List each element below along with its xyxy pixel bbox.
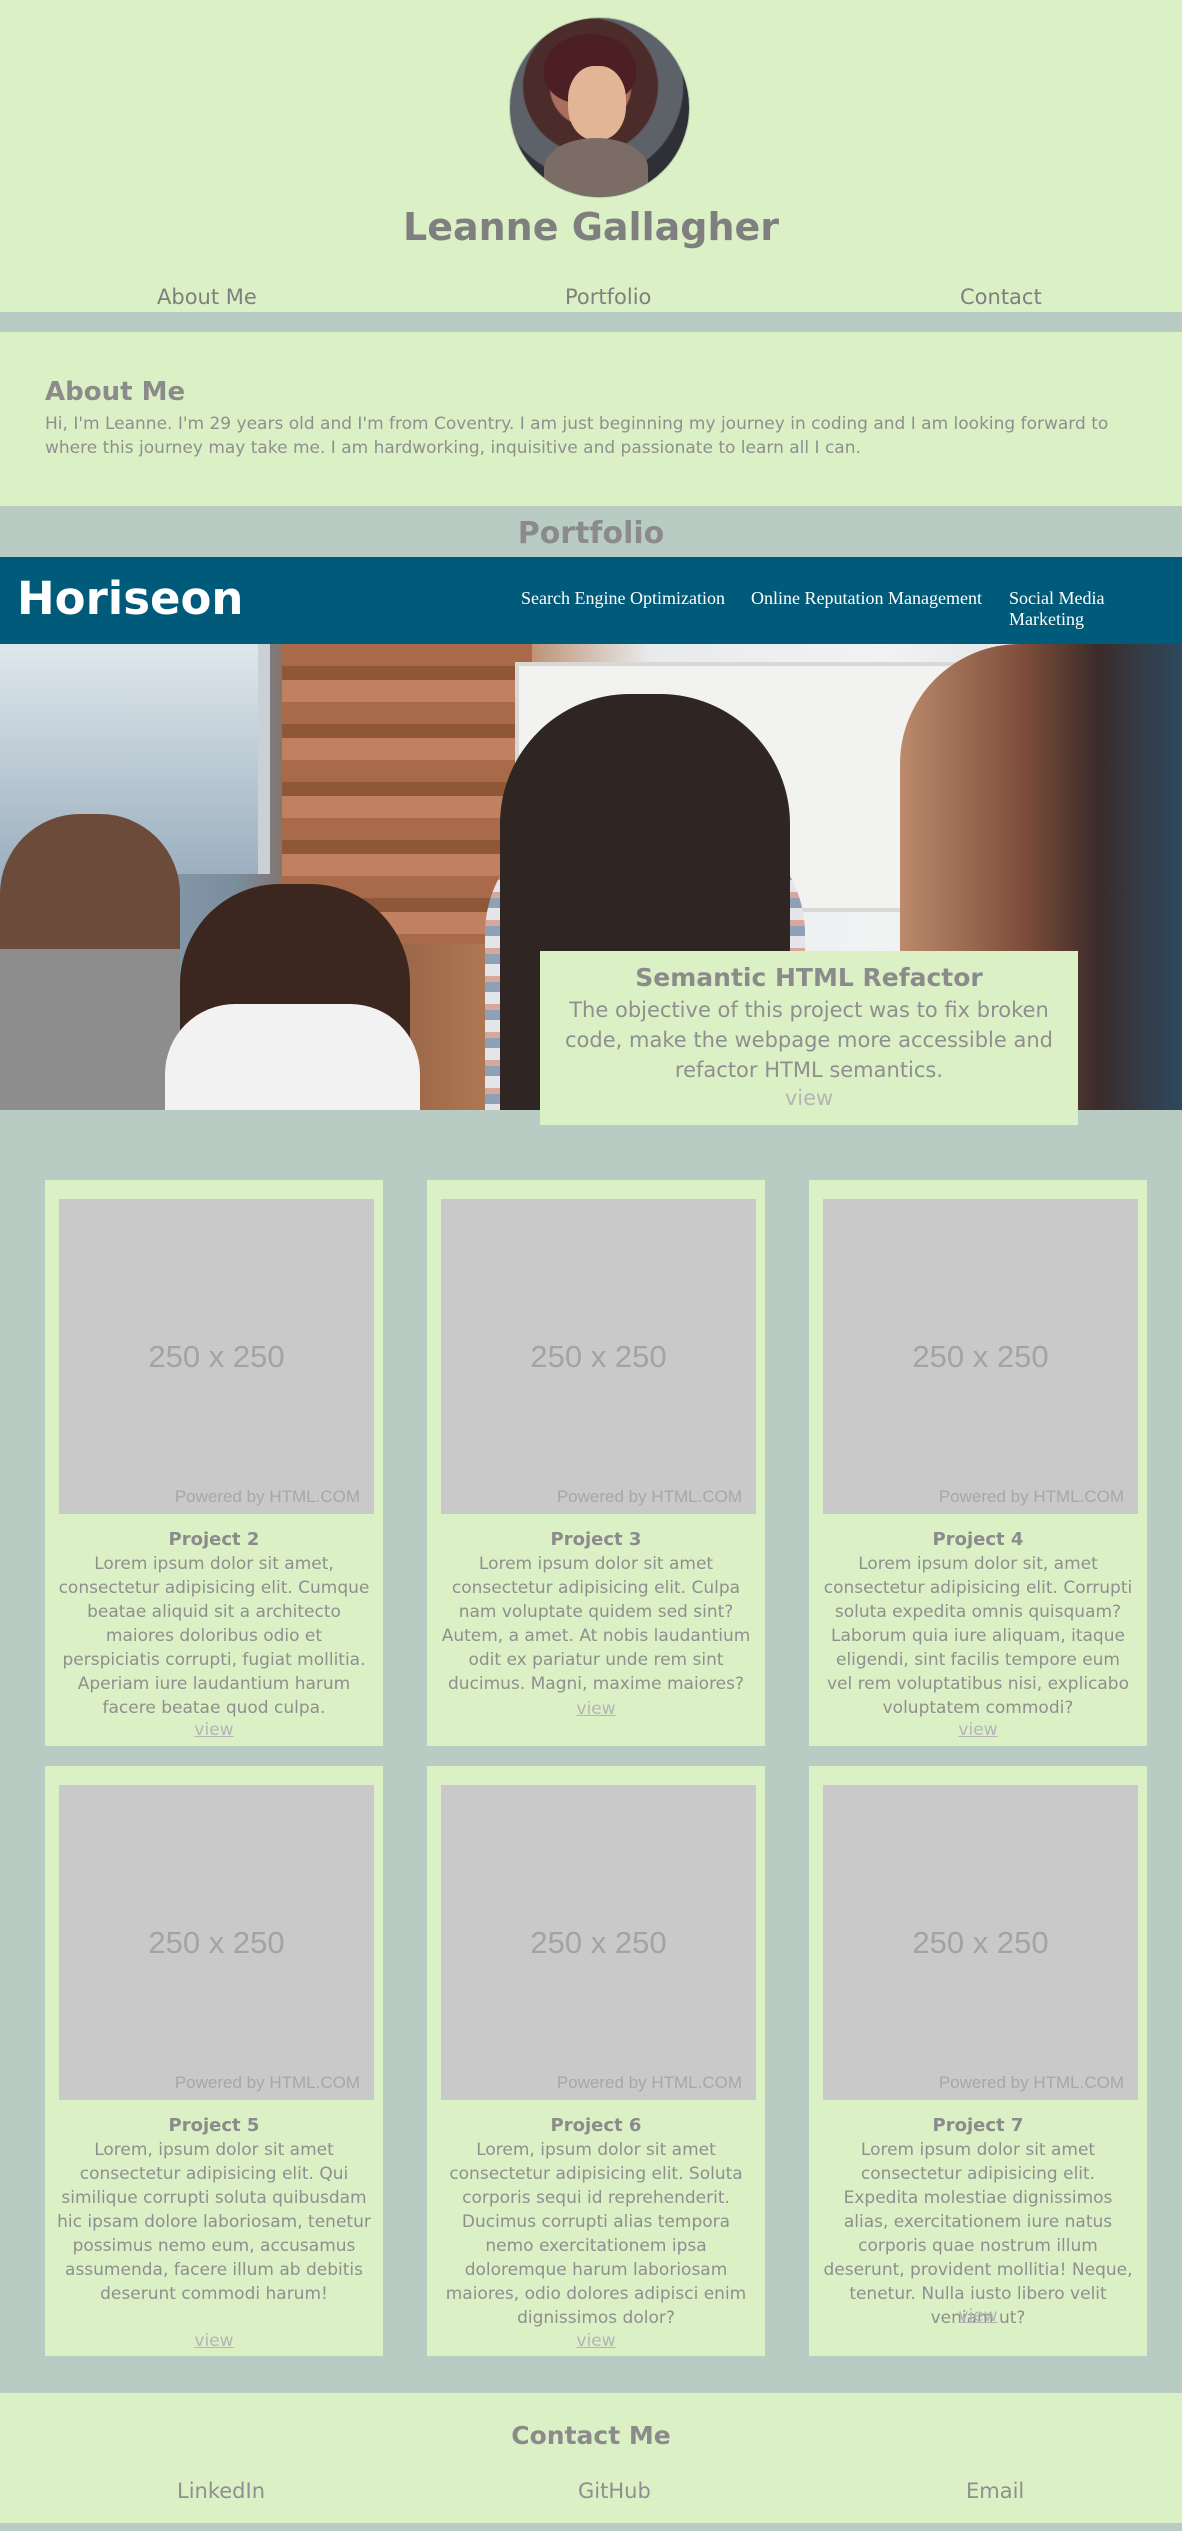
featured-view-link[interactable]: view (540, 1086, 1078, 1110)
avatar (509, 17, 690, 198)
github-link[interactable]: GitHub (578, 2479, 651, 2503)
avatar-scarf (544, 138, 648, 197)
project-card-7: 250 x 250 Powered by HTML.COM Project 7 … (809, 1766, 1147, 2356)
placeholder-powered: Powered by HTML.COM (938, 2073, 1124, 2092)
featured-site-navigation: Horiseon Search Engine Optimization Onli… (0, 557, 1182, 644)
featured-project-description: The objective of this project was to fix… (565, 998, 1053, 1082)
project-description: Lorem, ipsum dolor sit amet consectetur … (57, 2140, 371, 2304)
project-view-link[interactable]: view (427, 1699, 765, 1719)
project-image-placeholder: 250 x 250 Powered by HTML.COM (441, 1785, 756, 2100)
placeholder-size: 250 x 250 (148, 1925, 285, 1960)
project-card-5: 250 x 250 Powered by HTML.COM Project 5 … (45, 1766, 383, 2356)
nav-portfolio-link[interactable]: Portfolio (565, 285, 651, 309)
project-view-link[interactable]: view (45, 2331, 383, 2351)
avatar-face (568, 66, 626, 140)
project-image-placeholder: 250 x 250 Powered by HTML.COM (823, 1785, 1138, 2100)
portfolio-title: Portfolio (517, 516, 665, 551)
person-center-left-shirt (165, 1004, 420, 1110)
placeholder-powered: Powered by HTML.COM (938, 1487, 1124, 1506)
project-view-link[interactable]: view (809, 2306, 1147, 2326)
placeholder-powered: Powered by HTML.COM (174, 2073, 360, 2092)
project-card-3: 250 x 250 Powered by HTML.COM Project 3 … (427, 1180, 765, 1746)
site-header: Leanne Gallagher About Me Portfolio Cont… (0, 0, 1182, 312)
contact-title: Contact Me (511, 2421, 671, 2450)
project-card-4: 250 x 250 Powered by HTML.COM Project 4 … (809, 1180, 1147, 1746)
placeholder-powered: Powered by HTML.COM (174, 1487, 360, 1506)
project-description: Lorem ipsum dolor sit amet consectetur a… (823, 2140, 1133, 2328)
project-title: Project 6 (550, 2115, 642, 2136)
section-divider (0, 312, 1182, 332)
about-text: Hi, I'm Leanne. I'm 29 years old and I'm… (45, 414, 1109, 458)
about-section: About Me Hi, I'm Leanne. I'm 29 years ol… (0, 332, 1182, 506)
project-description: Lorem ipsum dolor sit, amet consectetur … (823, 1554, 1133, 1718)
project-image-placeholder: 250 x 250 Powered by HTML.COM (823, 1199, 1138, 1514)
nav-contact-link[interactable]: Contact (960, 285, 1042, 309)
project-image-placeholder: 250 x 250 Powered by HTML.COM (59, 1199, 374, 1514)
project-view-link[interactable]: view (427, 2331, 765, 2351)
placeholder-powered: Powered by HTML.COM (556, 2073, 742, 2092)
placeholder-size: 250 x 250 (530, 1339, 667, 1374)
placeholder-size: 250 x 250 (148, 1339, 285, 1374)
email-link[interactable]: Email (966, 2479, 1024, 2503)
horiseon-logo[interactable]: Horiseon (17, 572, 243, 625)
project-image-placeholder: 250 x 250 Powered by HTML.COM (59, 1785, 374, 2100)
project-card-2: 250 x 250 Powered by HTML.COM Project 2 … (45, 1180, 383, 1746)
bottom-divider (0, 2523, 1182, 2531)
project-view-link[interactable]: view (45, 1720, 383, 1740)
nav-about-link[interactable]: About Me (157, 285, 257, 309)
featured-project-card: Semantic HTML Refactor The objective of … (540, 951, 1078, 1125)
project-image-placeholder: 250 x 250 Powered by HTML.COM (441, 1199, 756, 1514)
person-left-shirt (0, 949, 180, 1110)
project-title: Project 5 (168, 2115, 260, 2136)
featured-nav-link-social[interactable]: Social Media Marketing (1009, 588, 1182, 630)
project-description: Lorem ipsum dolor sit amet, consectetur … (58, 1554, 370, 1718)
featured-nav-link-seo[interactable]: Search Engine Optimization (521, 588, 725, 609)
project-description: Lorem ipsum dolor sit amet consectetur a… (441, 1554, 751, 1694)
project-card-6: 250 x 250 Powered by HTML.COM Project 6 … (427, 1766, 765, 2356)
placeholder-size: 250 x 250 (912, 1339, 1049, 1374)
project-title: Project 3 (550, 1529, 642, 1550)
placeholder-size: 250 x 250 (912, 1925, 1049, 1960)
main-navigation: About Me Portfolio Contact (0, 285, 1182, 312)
featured-project-title: Semantic HTML Refactor (635, 963, 983, 992)
placeholder-powered: Powered by HTML.COM (556, 1487, 742, 1506)
placeholder-size: 250 x 250 (530, 1925, 667, 1960)
project-view-link[interactable]: view (809, 1720, 1147, 1740)
project-description: Lorem, ipsum dolor sit amet consectetur … (445, 2140, 747, 2328)
about-title: About Me (45, 377, 186, 407)
project-title: Project 7 (932, 2115, 1024, 2136)
project-title: Project 4 (932, 1529, 1024, 1550)
linkedin-link[interactable]: LinkedIn (177, 2479, 265, 2503)
contact-section: Contact Me LinkedIn GitHub Email (0, 2393, 1182, 2523)
project-title: Project 2 (168, 1529, 260, 1550)
page-title: Leanne Gallagher (402, 205, 780, 249)
featured-nav-link-reputation[interactable]: Online Reputation Management (751, 588, 982, 609)
